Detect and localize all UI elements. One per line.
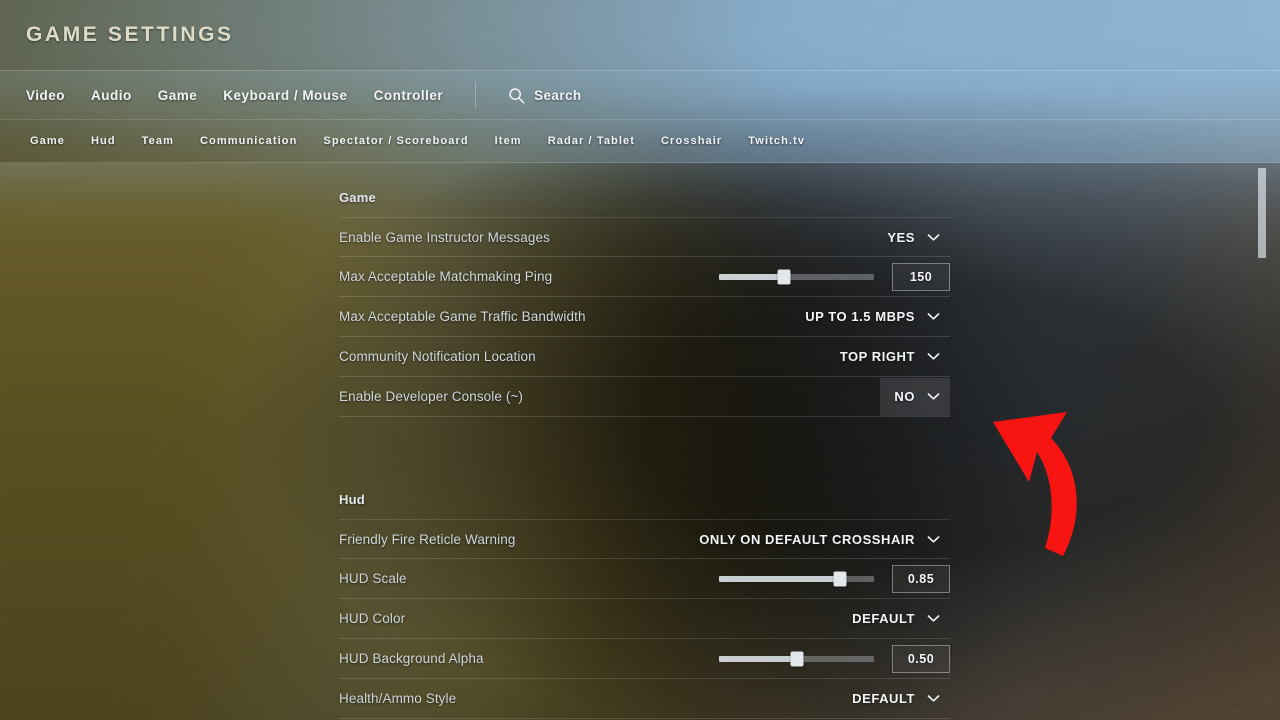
setting-control: UP TO 1.5 MBPS [791, 298, 950, 336]
slider-hud-background-alpha[interactable] [719, 651, 874, 666]
setting-label: HUD Background Alpha [339, 651, 484, 666]
value-input-max-acceptable-matchmaking-ping[interactable]: 150 [892, 262, 950, 291]
dropdown-value: UP TO 1.5 MBPS [805, 309, 915, 324]
setting-control: NO [880, 377, 950, 416]
dropdown-value: DEFAULT [852, 611, 915, 626]
subnav-tab-item[interactable]: Item [495, 135, 522, 147]
setting-row-hud-scale[interactable]: HUD Scale 0.85 [339, 559, 950, 599]
sub-nav: Game Hud Team Communication Spectator / … [0, 119, 1280, 163]
setting-row-health-ammo-style[interactable]: Health/Ammo Style DEFAULT [339, 679, 950, 719]
setting-control: DEFAULT [838, 600, 950, 638]
setting-label: Enable Developer Console (~) [339, 389, 524, 404]
subnav-tab-communication[interactable]: Communication [200, 135, 297, 147]
dropdown-enable-game-instructor-messages[interactable]: YES [873, 218, 950, 256]
dropdown-value: TOP RIGHT [839, 349, 915, 364]
setting-label: Max Acceptable Matchmaking Ping [339, 269, 553, 284]
setting-label: Community Notification Location [339, 349, 536, 364]
value-text: 0.50 [907, 651, 935, 666]
subnav-tab-twitch-tv[interactable]: Twitch.tv [748, 135, 805, 147]
dropdown-value: NO [894, 389, 915, 404]
dropdown-value: YES [887, 229, 915, 245]
slider-handle[interactable] [833, 571, 847, 586]
header-bar: GAME SETTINGS [0, 0, 1280, 70]
scrollbar-thumb[interactable] [1258, 168, 1266, 258]
chevron-down-icon [927, 615, 940, 622]
setting-label: Enable Game Instructor Messages [339, 229, 550, 245]
setting-control: ONLY ON DEFAULT CROSSHAIR [685, 520, 950, 558]
setting-row-community-notification-location[interactable]: Community Notification Location TOP RIGH… [339, 337, 950, 377]
value-input-hud-background-alpha[interactable]: 0.50 [892, 644, 950, 673]
dropdown-health-ammo-style[interactable]: DEFAULT [838, 680, 950, 718]
chevron-down-icon [927, 313, 940, 320]
setting-label: Friendly Fire Reticle Warning [339, 531, 516, 547]
value-input-hud-scale[interactable]: 0.85 [892, 564, 950, 593]
setting-control: YES [873, 218, 950, 256]
setting-label: HUD Scale [339, 571, 407, 586]
dropdown-hud-color[interactable]: DEFAULT [838, 600, 950, 638]
setting-control: TOP RIGHT [826, 338, 950, 376]
chevron-down-icon [927, 353, 940, 360]
subnav-tab-game[interactable]: Game [30, 135, 65, 147]
nav-tab-game[interactable]: Game [158, 88, 198, 103]
primary-nav: Video Audio Game Keyboard / Mouse Contro… [0, 70, 1280, 119]
subnav-tab-team[interactable]: Team [142, 135, 174, 147]
nav-tab-video[interactable]: Video [26, 88, 65, 103]
setting-row-hud-color[interactable]: HUD Color DEFAULT [339, 599, 950, 639]
slider-hud-scale[interactable] [719, 571, 874, 586]
chevron-down-icon [927, 695, 940, 702]
subnav-tab-hud[interactable]: Hud [91, 135, 116, 147]
dropdown-enable-developer-console[interactable]: NO [880, 377, 950, 416]
slider-group: 0.85 [719, 564, 950, 593]
section-heading-hud: Hud [339, 492, 365, 507]
value-text: 150 [909, 269, 933, 284]
subnav-tab-crosshair[interactable]: Crosshair [661, 135, 722, 147]
setting-row-hud-background-alpha[interactable]: HUD Background Alpha 0.50 [339, 639, 950, 679]
setting-row-friendly-fire-reticle-warning[interactable]: Friendly Fire Reticle Warning ONLY ON DE… [339, 519, 950, 559]
setting-label: Max Acceptable Game Traffic Bandwidth [339, 309, 586, 324]
dropdown-community-notification-location[interactable]: TOP RIGHT [826, 338, 950, 376]
setting-row-max-acceptable-matchmaking-ping[interactable]: Max Acceptable Matchmaking Ping 150 [339, 257, 950, 297]
chevron-down-icon [927, 393, 940, 400]
chevron-down-icon [927, 233, 940, 241]
setting-row-max-acceptable-game-traffic-bandwidth[interactable]: Max Acceptable Game Traffic Bandwidth UP… [339, 297, 950, 337]
search-icon [509, 87, 525, 104]
search-input[interactable]: Search [508, 87, 581, 104]
setting-row-enable-developer-console[interactable]: Enable Developer Console (~) NO [339, 377, 950, 417]
slider-fill [719, 655, 797, 662]
dropdown-value: DEFAULT [852, 691, 915, 706]
slider-group: 150 [719, 262, 950, 291]
section-heading-game: Game [339, 190, 376, 205]
dropdown-friendly-fire-reticle-warning[interactable]: ONLY ON DEFAULT CROSSHAIR [685, 520, 950, 558]
setting-label: HUD Color [339, 611, 406, 626]
slider-group: 0.50 [719, 644, 950, 673]
setting-control: 0.50 [719, 644, 950, 673]
slider-fill [719, 273, 785, 280]
setting-control: 0.85 [719, 564, 950, 593]
nav-tab-keyboard-mouse[interactable]: Keyboard / Mouse [223, 88, 347, 103]
nav-tab-controller[interactable]: Controller [374, 88, 444, 103]
chevron-down-icon [927, 535, 940, 543]
slider-max-acceptable-matchmaking-ping[interactable] [719, 269, 874, 284]
nav-tab-audio[interactable]: Audio [91, 88, 132, 103]
dropdown-max-acceptable-game-traffic-bandwidth[interactable]: UP TO 1.5 MBPS [791, 298, 950, 336]
subnav-tab-radar-tablet[interactable]: Radar / Tablet [548, 135, 635, 147]
setting-control: 150 [719, 262, 950, 291]
value-text: 0.85 [907, 571, 935, 586]
setting-label: Health/Ammo Style [339, 691, 457, 706]
setting-control: DEFAULT [838, 680, 950, 718]
subnav-tab-spectator-scoreboard[interactable]: Spectator / Scoreboard [323, 135, 468, 147]
dropdown-value: ONLY ON DEFAULT CROSSHAIR [699, 531, 915, 547]
game-settings-screen: GAME SETTINGS Video Audio Game Keyboard … [0, 0, 1280, 720]
nav-divider [475, 82, 477, 108]
slider-fill [719, 575, 840, 582]
vertical-scrollbar[interactable] [1258, 166, 1266, 718]
search-placeholder: Search [534, 87, 582, 103]
page-title: GAME SETTINGS [26, 23, 234, 46]
slider-handle[interactable] [790, 651, 803, 666]
settings-panel: Game Enable Game Instructor Messages YES… [0, 163, 1280, 720]
setting-row-enable-game-instructor-messages[interactable]: Enable Game Instructor Messages YES [339, 217, 950, 257]
slider-handle[interactable] [777, 269, 791, 284]
